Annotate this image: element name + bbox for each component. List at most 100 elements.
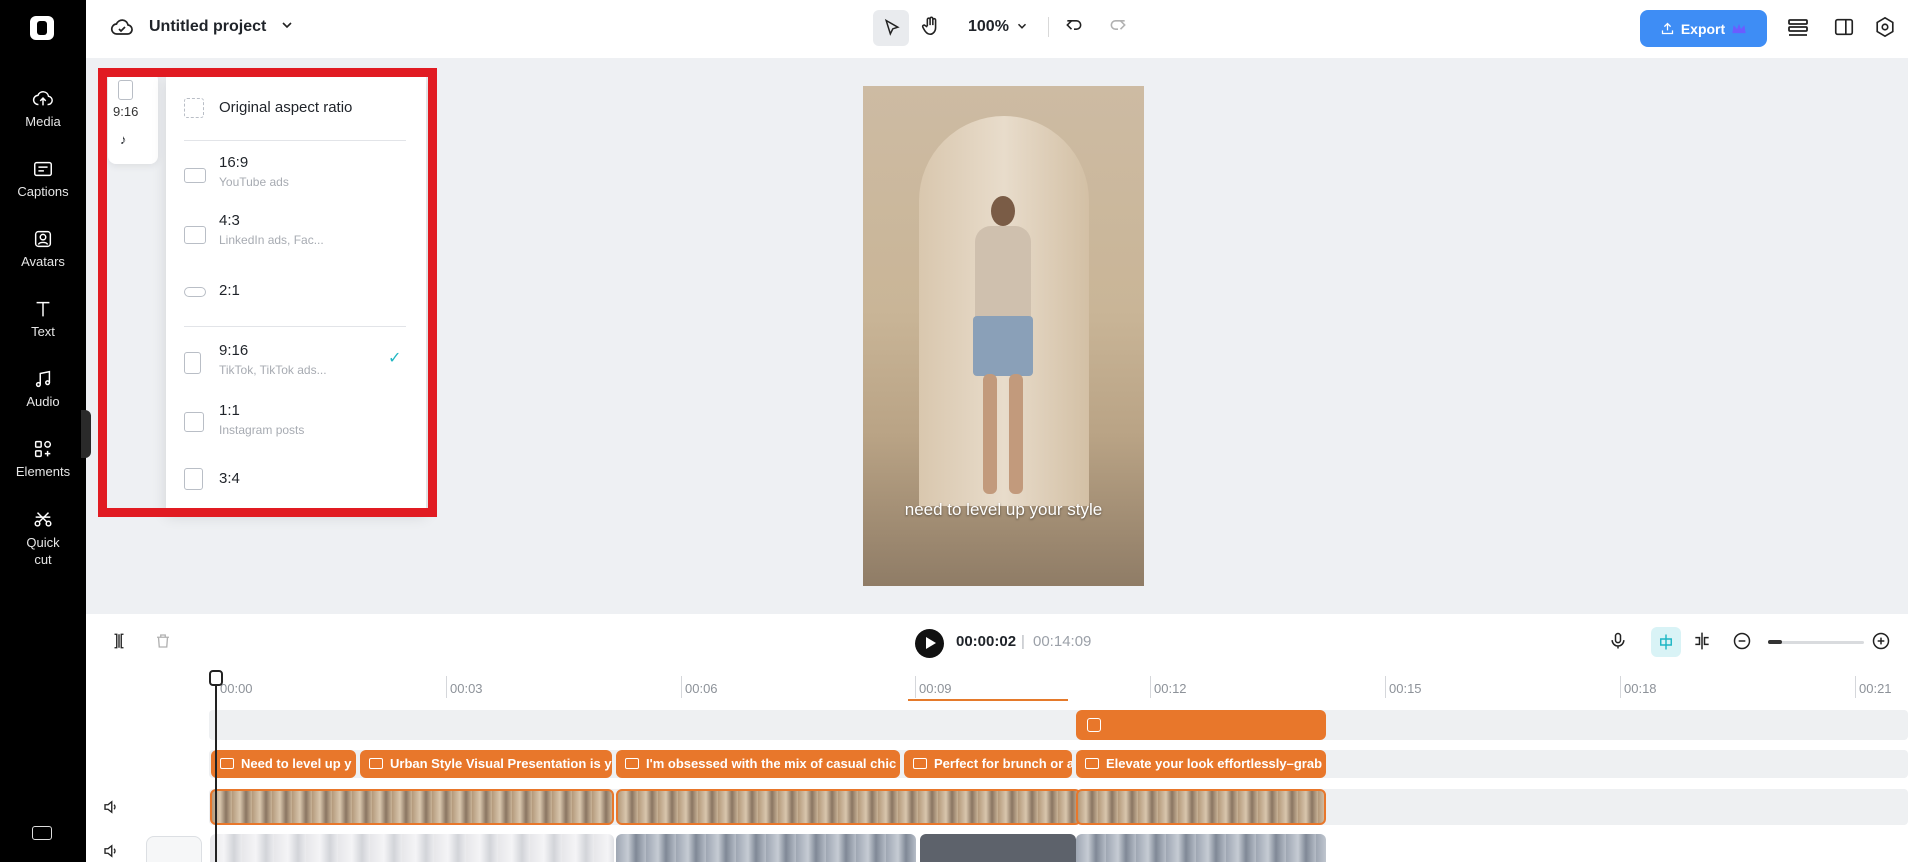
video-clip[interactable]	[210, 789, 614, 825]
sidebar-item-quick-cut[interactable]: Quick cut	[0, 508, 86, 568]
timeline[interactable]: 00:00 00:03 00:06 00:09 00:12 00:15 00:1…	[86, 670, 1908, 862]
ruler-label: 00:21	[1859, 681, 1892, 696]
ratio-option-subtitle: Instagram posts	[219, 423, 305, 437]
delete-icon[interactable]	[154, 632, 172, 655]
preview-caption[interactable]: need to level up your style	[863, 500, 1144, 520]
avatar-icon	[32, 228, 54, 250]
video-clip[interactable]	[616, 834, 916, 862]
text-icon	[32, 298, 54, 320]
playback-range	[908, 699, 1068, 701]
caption-clip-text: Perfect for brunch or a	[934, 756, 1072, 771]
playhead-handle[interactable]	[209, 670, 223, 686]
app-logo[interactable]	[30, 16, 54, 40]
left-sidebar: Media Captions Avatars Text Audio Elemen…	[0, 0, 91, 862]
export-button[interactable]: Export	[1640, 10, 1767, 47]
ratio-option-title: 2:1	[219, 282, 240, 299]
video-clip[interactable]	[1076, 834, 1326, 862]
sidebar-item-elements[interactable]: Elements	[0, 438, 86, 479]
hand-tool-icon[interactable]	[920, 14, 942, 43]
caption-clip-icon	[220, 758, 234, 769]
captions-icon	[32, 158, 54, 180]
ruler-label: 00:12	[1154, 681, 1187, 696]
zoom-out-icon[interactable]	[1732, 631, 1752, 656]
ratio-original-icon	[184, 98, 204, 118]
text-clip[interactable]	[1076, 710, 1326, 740]
ratio-shape-icon	[118, 80, 133, 100]
track-volume-icon[interactable]	[102, 842, 120, 862]
ratio-option-subtitle: LinkedIn ads, Fac...	[219, 233, 324, 247]
video-preview[interactable]: need to level up your style	[863, 86, 1144, 586]
cloud-upload-icon	[32, 88, 54, 110]
ratio-1-1-icon	[184, 412, 204, 432]
play-button[interactable]	[915, 629, 944, 658]
sidebar-item-avatars[interactable]: Avatars	[0, 228, 86, 269]
video-clip[interactable]	[1076, 789, 1326, 825]
ratio-option-3-4[interactable]: 3:4	[166, 468, 426, 508]
layers-icon[interactable]	[1786, 16, 1810, 45]
ratio-option-4-3[interactable]: 4:3 LinkedIn ads, Fac...	[166, 212, 426, 264]
caption-clip[interactable]: Elevate your look effortlessly–grab	[1076, 750, 1326, 778]
caption-clip[interactable]: Urban Style Visual Presentation is y	[360, 750, 612, 778]
sidebar-item-label: Media	[25, 114, 61, 129]
ruler-label: 00:15	[1389, 681, 1422, 696]
project-title[interactable]: Untitled project	[149, 18, 266, 36]
caption-clip[interactable]: Need to level up y	[211, 750, 356, 778]
snap-toggle-button[interactable]	[1651, 627, 1681, 657]
sidebar-item-label: Avatars	[21, 254, 65, 269]
microphone-icon[interactable]	[1608, 631, 1628, 656]
ratio-option-original[interactable]: Original aspect ratio	[166, 74, 426, 144]
preview-subject-shorts	[973, 316, 1033, 376]
sidebar-item-label: Audio	[26, 394, 60, 409]
export-label: Export	[1680, 20, 1726, 37]
sidebar-item-label: Captions	[17, 184, 69, 199]
ratio-option-9-16[interactable]: 9:16 TikTok, TikTok ads... ✓	[166, 342, 426, 394]
caption-clip-text: I'm obsessed with the mix of casual chic	[646, 756, 897, 771]
keyboard-icon[interactable]	[32, 826, 52, 840]
aspect-ratio-button[interactable]: 9:16 ♪	[108, 72, 158, 164]
select-tool-button[interactable]	[873, 10, 909, 46]
ratio-9-16-icon	[184, 352, 201, 374]
sidebar-item-audio[interactable]: Audio	[0, 368, 86, 409]
redo-icon[interactable]	[1108, 15, 1128, 40]
caption-clip-text: Urban Style Visual Presentation is y	[390, 756, 612, 771]
timeline-zoom-slider[interactable]	[1768, 641, 1864, 644]
ratio-option-1-1[interactable]: 1:1 Instagram posts	[166, 402, 426, 454]
magnet-icon	[1660, 634, 1672, 650]
ruler-label: 00:06	[685, 681, 718, 696]
ratio-option-16-9[interactable]: 16:9 YouTube ads	[166, 154, 426, 206]
undo-icon[interactable]	[1064, 15, 1084, 40]
ruler-label: 00:18	[1624, 681, 1657, 696]
checkmark-icon: ✓	[388, 350, 402, 367]
video-clip[interactable]	[920, 834, 1076, 862]
sidebar-item-media[interactable]: Media	[0, 88, 86, 129]
panel-layout-icon[interactable]	[1833, 16, 1855, 43]
caption-clip[interactable]: Perfect for brunch or a	[904, 750, 1072, 778]
cover-button[interactable]	[146, 836, 202, 862]
sidebar-item-captions[interactable]: Captions	[0, 158, 86, 199]
video-clip[interactable]	[616, 789, 1081, 825]
sidebar-item-text[interactable]: Text	[0, 298, 86, 339]
preview-subject-leg	[983, 374, 997, 494]
chevron-down-icon[interactable]	[279, 17, 295, 36]
sidebar-collapse-handle[interactable]	[81, 410, 91, 458]
menu-divider	[184, 140, 406, 141]
cloud-sync-icon[interactable]	[110, 16, 134, 45]
zoom-in-icon[interactable]	[1871, 631, 1891, 656]
split-screen-icon[interactable]	[1692, 631, 1712, 656]
caption-clip[interactable]: I'm obsessed with the mix of casual chic	[616, 750, 900, 778]
video-clip[interactable]	[210, 834, 614, 862]
ruler-tick	[681, 676, 682, 698]
settings-gear-icon[interactable]	[1874, 16, 1896, 43]
split-icon[interactable]	[110, 632, 128, 655]
zoom-level[interactable]: 100%	[968, 18, 1029, 36]
track-volume-icon[interactable]	[102, 798, 120, 821]
playhead[interactable]	[215, 670, 217, 862]
ratio-4-3-icon	[184, 226, 206, 244]
preview-subject-leg	[1009, 374, 1023, 494]
caption-clip-icon	[913, 758, 927, 769]
ratio-option-2-1[interactable]: 2:1	[166, 280, 426, 320]
aspect-ratio-menu: Original aspect ratio 16:9 YouTube ads 4…	[166, 74, 426, 512]
text-track	[209, 710, 1908, 740]
music-icon	[32, 368, 54, 390]
preview-subject-top	[975, 226, 1031, 322]
